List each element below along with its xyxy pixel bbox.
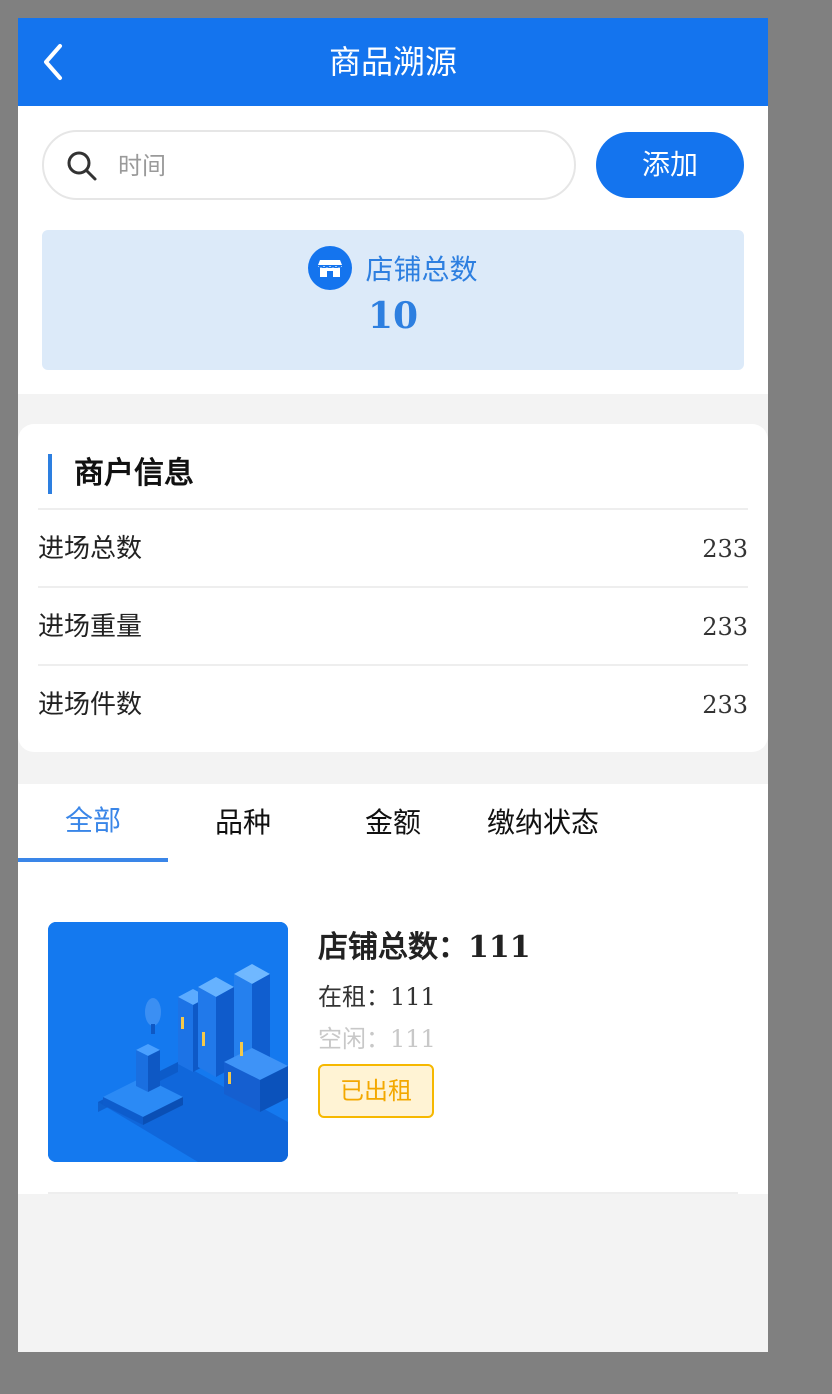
info-row-entry-pieces: 进场件数 233 [38, 664, 748, 744]
tab-all[interactable]: 全部 [18, 784, 168, 862]
store-total-label: 店铺总数 [365, 253, 478, 286]
info-value: 233 [702, 613, 748, 641]
info-label: 进场总数 [38, 534, 143, 564]
tab-payment-status[interactable]: 缴纳状态 [468, 784, 618, 862]
item-rented: 在租：111 [318, 980, 436, 1014]
status-badge: 已出租 [318, 1064, 434, 1118]
store-total-card: 店铺总数 10 [42, 230, 744, 370]
item-idle-label: 空闲： [318, 1025, 390, 1053]
section-title: 商户信息 [48, 454, 194, 494]
item-title-value: 111 [468, 930, 531, 965]
app-header: 商品溯源 [18, 18, 768, 106]
store-total-value: 10 [367, 295, 419, 337]
item-idle-value: 111 [390, 1025, 436, 1053]
top-section: 添加 店铺总数 10 [18, 106, 768, 394]
merchant-info-card: 商户信息 进场总数 233 进场重量 233 进场件数 233 [18, 424, 768, 752]
info-value: 233 [702, 691, 748, 719]
tab-amount[interactable]: 金额 [318, 784, 468, 862]
search-box[interactable] [42, 130, 576, 200]
phone-screen: 商品溯源 添加 店铺总数 [18, 18, 768, 1352]
filter-tabs: 全部 品种 金额 缴纳状态 [18, 784, 768, 862]
search-input[interactable] [116, 132, 560, 200]
item-rented-value: 111 [390, 983, 436, 1011]
item-title-label: 店铺总数： [318, 930, 468, 965]
list-item[interactable]: 店铺总数：111 在租：111 空闲：111 已出租 [48, 922, 738, 1194]
item-title: 店铺总数：111 [318, 928, 531, 968]
building-illustration-icon [48, 922, 288, 1162]
page-title: 商品溯源 [328, 43, 457, 81]
info-row-entry-total: 进场总数 233 [38, 508, 748, 588]
tab-variety[interactable]: 品种 [168, 784, 318, 862]
info-value: 233 [702, 535, 748, 563]
store-icon [308, 246, 353, 290]
item-idle: 空闲：111 [318, 1022, 436, 1056]
search-icon [67, 151, 97, 181]
info-label: 进场件数 [38, 690, 143, 720]
info-label: 进场重量 [38, 612, 143, 642]
item-rented-label: 在租： [318, 983, 390, 1011]
store-total-header: 店铺总数 [42, 246, 744, 290]
store-list: 店铺总数：111 在租：111 空闲：111 已出租 [18, 862, 768, 1194]
info-row-entry-weight: 进场重量 233 [38, 586, 748, 666]
add-button[interactable]: 添加 [596, 132, 744, 198]
